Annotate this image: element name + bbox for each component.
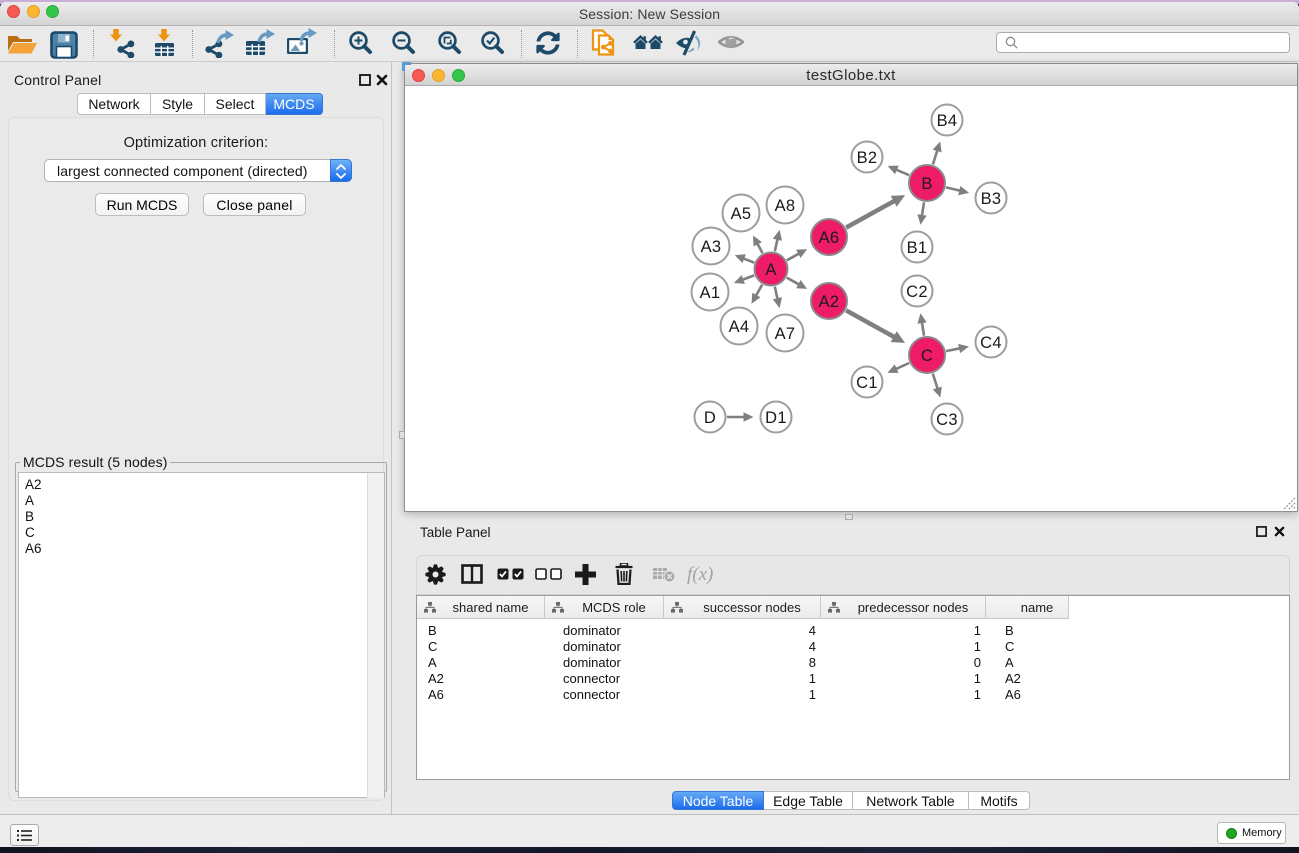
svg-text:B2: B2 bbox=[857, 149, 878, 167]
svg-text:C: C bbox=[921, 347, 933, 365]
svg-text:A1: A1 bbox=[700, 284, 721, 302]
svg-text:D1: D1 bbox=[765, 409, 787, 427]
svg-text:A7: A7 bbox=[775, 325, 796, 343]
svg-text:C3: C3 bbox=[936, 411, 958, 429]
svg-text:B4: B4 bbox=[937, 112, 958, 130]
svg-text:A8: A8 bbox=[775, 197, 796, 215]
svg-text:C1: C1 bbox=[856, 374, 878, 392]
svg-text:D: D bbox=[704, 409, 716, 427]
svg-text:A5: A5 bbox=[731, 205, 752, 223]
svg-text:C4: C4 bbox=[980, 334, 1002, 352]
svg-text:B: B bbox=[921, 175, 932, 193]
svg-text:A3: A3 bbox=[701, 238, 722, 256]
svg-text:A2: A2 bbox=[819, 293, 840, 311]
svg-text:B1: B1 bbox=[907, 239, 928, 257]
svg-text:A: A bbox=[765, 261, 776, 279]
svg-text:A6: A6 bbox=[819, 229, 840, 247]
svg-text:A4: A4 bbox=[729, 318, 750, 336]
svg-text:B3: B3 bbox=[981, 190, 1002, 208]
svg-text:C2: C2 bbox=[906, 283, 928, 301]
